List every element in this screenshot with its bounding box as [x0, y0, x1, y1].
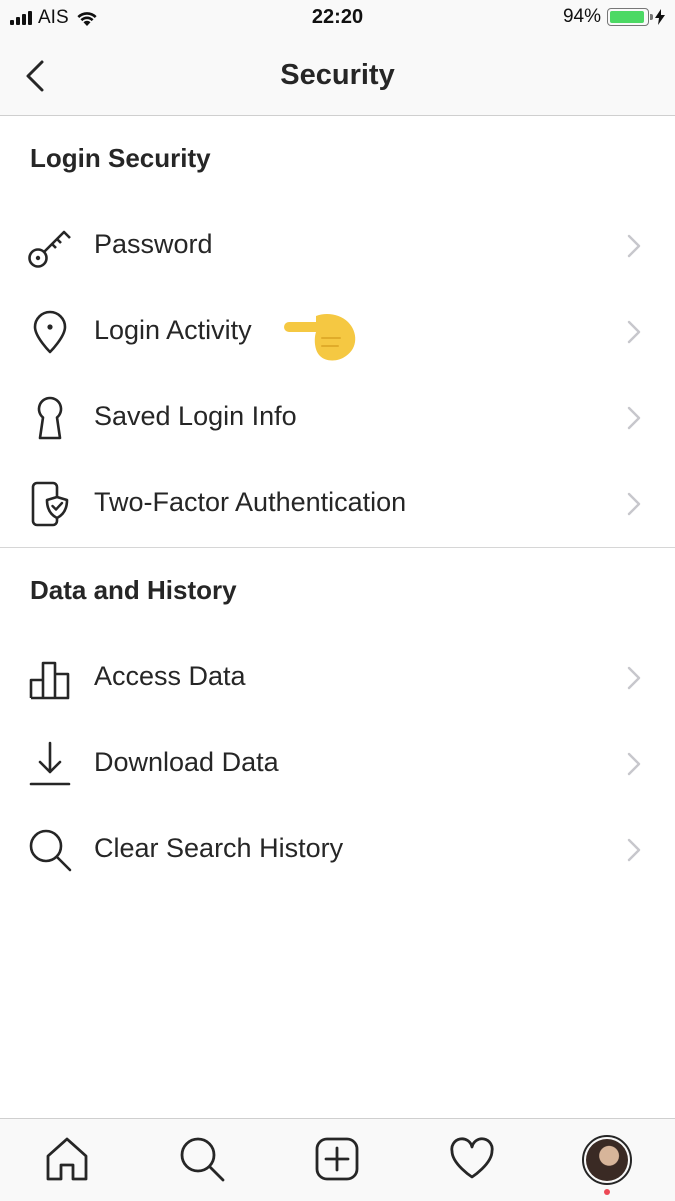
section-title-login-security: Login Security [30, 143, 211, 173]
activity-heart-icon[interactable] [448, 1135, 496, 1183]
keyhole-icon [37, 396, 63, 440]
battery-tip [650, 14, 653, 20]
row-saved-login-info[interactable]: Saved Login Info [0, 374, 675, 460]
battery-percentage: 94% [562, 6, 601, 27]
row-label-download-data: Download Data [94, 747, 279, 777]
row-label-clear-search-history: Clear Search History [94, 833, 344, 863]
row-label-login-activity: Login Activity [94, 315, 252, 345]
status-right: 94% [563, 6, 665, 28]
search-tab-icon[interactable] [178, 1135, 226, 1183]
bar-chart-icon [29, 661, 70, 700]
chevron-right-icon [627, 752, 641, 776]
row-password[interactable]: Password [0, 202, 675, 288]
battery-icon [607, 8, 653, 26]
search-icon [29, 829, 72, 872]
chevron-right-icon [627, 406, 641, 430]
row-label-password: Password [94, 229, 213, 259]
page-title: Security [280, 59, 395, 91]
row-download-data[interactable]: Download Data [0, 720, 675, 806]
section-divider [0, 547, 675, 548]
row-two-factor-authentication[interactable]: Two-Factor Authentication [0, 460, 675, 546]
status-bar: AIS 22:20 94% [0, 0, 675, 38]
chevron-right-icon [627, 320, 641, 344]
pointing-hand-icon [284, 314, 356, 361]
battery-fill [610, 11, 644, 23]
row-clear-search-history[interactable]: Clear Search History [0, 806, 675, 892]
profile-avatar[interactable] [582, 1135, 632, 1185]
charging-bolt-icon [655, 9, 665, 25]
row-access-data[interactable]: Access Data [0, 634, 675, 720]
new-post-icon[interactable] [313, 1135, 361, 1183]
navigation-bar: Security [0, 38, 675, 116]
section-title-data-and-history: Data and History [30, 575, 237, 605]
phone-shield-icon [31, 481, 69, 527]
download-icon [29, 741, 71, 786]
chevron-right-icon [627, 838, 641, 862]
key-icon [28, 230, 71, 268]
chevron-right-icon [627, 666, 641, 690]
avatar-photo [586, 1139, 628, 1181]
chevron-right-icon [627, 492, 641, 516]
row-label-saved-login-info: Saved Login Info [94, 401, 297, 431]
location-pin-icon [33, 310, 67, 354]
notification-dot [604, 1189, 610, 1195]
row-label-access-data: Access Data [94, 661, 246, 691]
home-icon[interactable] [43, 1135, 91, 1183]
bottom-tab-bar [0, 1118, 675, 1201]
row-label-two-factor-authentication: Two-Factor Authentication [94, 487, 407, 517]
chevron-right-icon [627, 234, 641, 258]
